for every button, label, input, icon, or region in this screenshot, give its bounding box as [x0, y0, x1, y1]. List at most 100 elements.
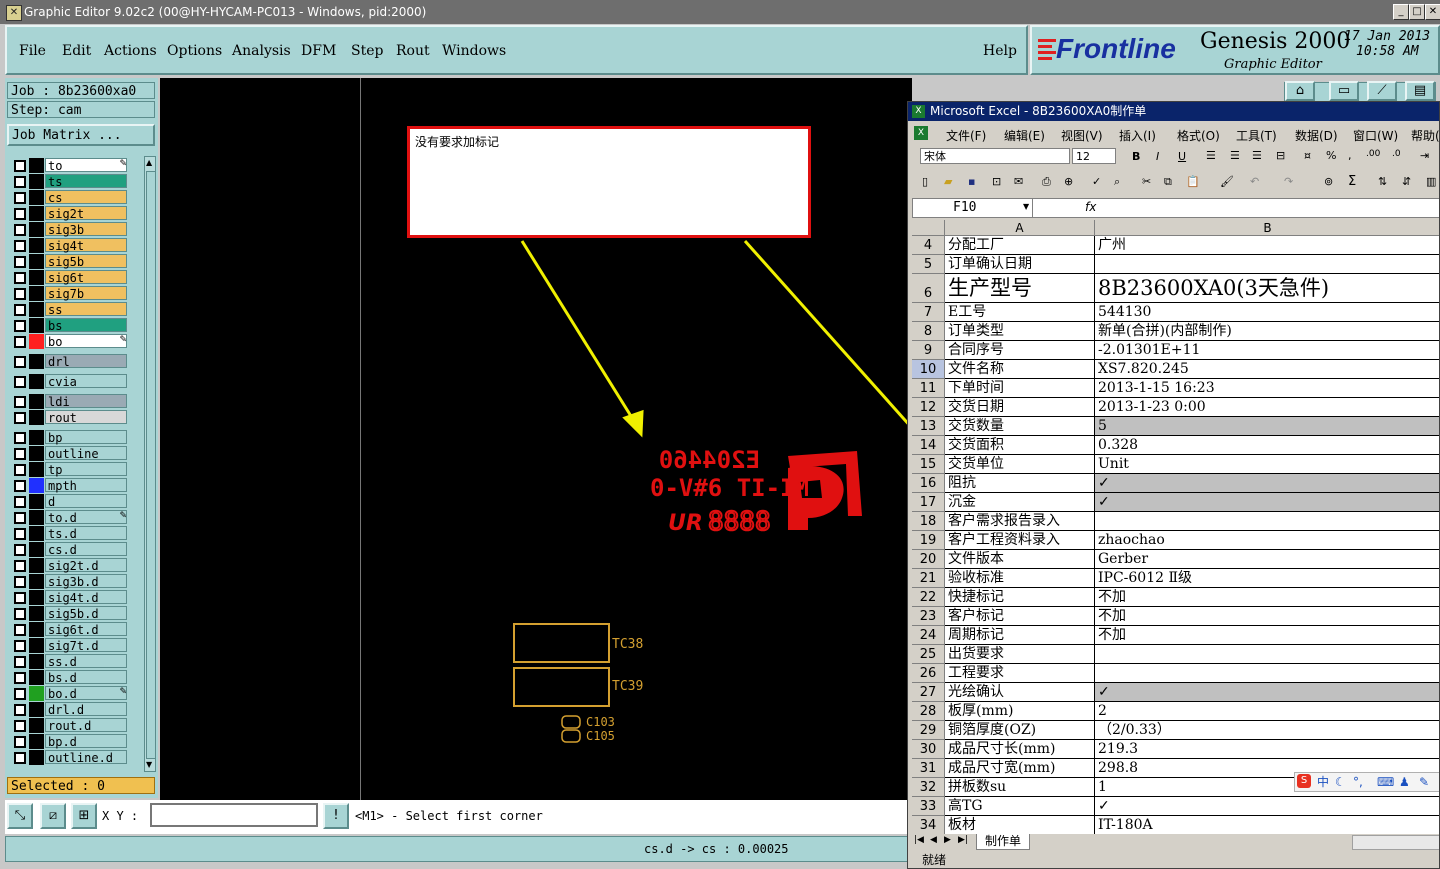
layer-checkbox[interactable]: [14, 560, 26, 572]
close-button[interactable]: ✕: [1425, 4, 1440, 20]
cell-a[interactable]: E工号: [945, 303, 1095, 322]
row-header[interactable]: 21: [912, 569, 945, 588]
cut-icon[interactable]: ✂: [1142, 175, 1151, 188]
menu-file[interactable]: File: [19, 43, 46, 59]
job-matrix-button[interactable]: Job Matrix ...: [7, 124, 155, 146]
ime-toolbar[interactable]: S 中 ☾ °, ⌨ ♟ ✎: [1294, 772, 1439, 792]
chart-wizard-icon[interactable]: ▥: [1426, 175, 1436, 188]
layer-row[interactable]: sig3b.d: [9, 574, 131, 589]
cell-b[interactable]: XS7.820.245: [1095, 360, 1439, 379]
layer-color-swatch[interactable]: [29, 670, 44, 685]
layer-color-swatch[interactable]: [29, 354, 44, 369]
percent-icon[interactable]: %: [1326, 149, 1336, 162]
layer-color-swatch[interactable]: [29, 374, 44, 389]
layer-checkbox[interactable]: [14, 672, 26, 684]
cell-a[interactable]: 客户需求报告录入: [945, 512, 1095, 531]
row-header[interactable]: 15: [912, 455, 945, 474]
row-header[interactable]: 17: [912, 493, 945, 512]
layer-name[interactable]: sig4t.d: [45, 590, 127, 605]
scroll-thumb[interactable]: [146, 171, 156, 759]
layer-name[interactable]: rout: [45, 410, 127, 425]
cell-a[interactable]: 工程要求: [945, 664, 1095, 683]
formula-input[interactable]: [1101, 199, 1439, 217]
print-preview-icon[interactable]: ⊕: [1064, 175, 1073, 188]
layer-color-swatch[interactable]: [29, 206, 44, 221]
cell-a[interactable]: 客户标记: [945, 607, 1095, 626]
layer-color-swatch[interactable]: [29, 254, 44, 269]
row-header[interactable]: 34: [912, 816, 945, 834]
cell-a[interactable]: 快捷标记: [945, 588, 1095, 607]
row-header[interactable]: 33: [912, 797, 945, 816]
menu-rout[interactable]: Rout: [396, 43, 430, 59]
row-header[interactable]: 10: [912, 360, 945, 379]
layer-checkbox[interactable]: [14, 704, 26, 716]
layer-row[interactable]: ss.d: [9, 654, 131, 669]
layer-row[interactable]: sig3b: [9, 222, 131, 237]
layer-row[interactable]: outline.d: [9, 750, 131, 765]
layer-color-swatch[interactable]: [29, 574, 44, 589]
cell-b[interactable]: IT-180A: [1095, 816, 1439, 834]
cell-b[interactable]: [1095, 645, 1439, 664]
row-header[interactable]: 16: [912, 474, 945, 493]
layer-row[interactable]: outline: [9, 446, 131, 461]
layer-checkbox[interactable]: [14, 256, 26, 268]
layer-row[interactable]: ss: [9, 302, 131, 317]
cell-b[interactable]: ✓: [1095, 493, 1439, 512]
cell-b[interactable]: 5: [1095, 417, 1439, 436]
layer-color-swatch[interactable]: [29, 638, 44, 653]
layer-name[interactable]: sig6t.d: [45, 622, 127, 637]
cell-a[interactable]: 拼板数su: [945, 778, 1095, 797]
row-header[interactable]: 31: [912, 759, 945, 778]
keyboard-icon[interactable]: ⌨: [1377, 773, 1394, 791]
row-header[interactable]: 7: [912, 303, 945, 322]
cell-a[interactable]: 分配工厂: [945, 236, 1095, 255]
permission-icon[interactable]: ⊡: [992, 175, 1001, 188]
layer-row[interactable]: drl.d: [9, 702, 131, 717]
layer-checkbox[interactable]: [14, 512, 26, 524]
format-painter-icon[interactable]: 🖌: [1220, 175, 1234, 188]
wrench-icon[interactable]: ✎: [1419, 773, 1429, 791]
next-sheet-arrow-icon[interactable]: ▶: [944, 835, 951, 845]
measure-icon[interactable]: ⟋: [1367, 81, 1397, 101]
layer-row[interactable]: to.d ✎: [9, 510, 131, 525]
layer-color-swatch[interactable]: [29, 446, 44, 461]
grid-icon[interactable]: ⊞: [71, 803, 97, 829]
layer-color-swatch[interactable]: [29, 462, 44, 477]
cell-a[interactable]: 板厚(mm): [945, 702, 1095, 721]
layer-color-swatch[interactable]: [29, 654, 44, 669]
ime-mode-label[interactable]: 中: [1317, 773, 1329, 791]
layer-name[interactable]: cvia: [45, 374, 127, 389]
xy-input[interactable]: [150, 803, 318, 827]
cell-b[interactable]: 新单(合拼)(内部制作): [1095, 322, 1439, 341]
layer-row[interactable]: sig5b.d: [9, 606, 131, 621]
cell-a[interactable]: 订单类型: [945, 322, 1095, 341]
layer-checkbox[interactable]: [14, 192, 26, 204]
comma-icon[interactable]: ,: [1348, 149, 1352, 162]
spelling-icon[interactable]: ✓: [1092, 175, 1101, 188]
layer-name[interactable]: bp.d: [45, 734, 127, 749]
workbook-icon[interactable]: X: [914, 126, 928, 140]
user-icon[interactable]: ♟: [1399, 773, 1410, 791]
row-header[interactable]: 32: [912, 778, 945, 797]
layer-color-swatch[interactable]: [29, 334, 44, 349]
layer-color-swatch[interactable]: [29, 590, 44, 605]
cell-a[interactable]: 合同序号: [945, 341, 1095, 360]
layer-color-swatch[interactable]: [29, 302, 44, 317]
layer-color-swatch[interactable]: [29, 286, 44, 301]
cell-a[interactable]: 成品尺寸宽(mm): [945, 759, 1095, 778]
layout-icon[interactable]: ▤: [1405, 81, 1435, 101]
cell-b[interactable]: zhaochao: [1095, 531, 1439, 550]
layer-color-swatch[interactable]: [29, 510, 44, 525]
row-header[interactable]: 25: [912, 645, 945, 664]
layer-color-swatch[interactable]: [29, 750, 44, 765]
merge-center-icon[interactable]: ⊟: [1276, 149, 1285, 162]
info-icon[interactable]: !: [323, 803, 349, 829]
mail-icon[interactable]: ✉: [1014, 175, 1023, 188]
cell-a[interactable]: 验收标准: [945, 569, 1095, 588]
layer-row[interactable]: ts: [9, 174, 131, 189]
row-header[interactable]: 18: [912, 512, 945, 531]
cell-b[interactable]: 544130: [1095, 303, 1439, 322]
row-header[interactable]: 27: [912, 683, 945, 702]
layer-name[interactable]: d: [45, 494, 127, 509]
layer-row[interactable]: bo ✎: [9, 334, 131, 349]
